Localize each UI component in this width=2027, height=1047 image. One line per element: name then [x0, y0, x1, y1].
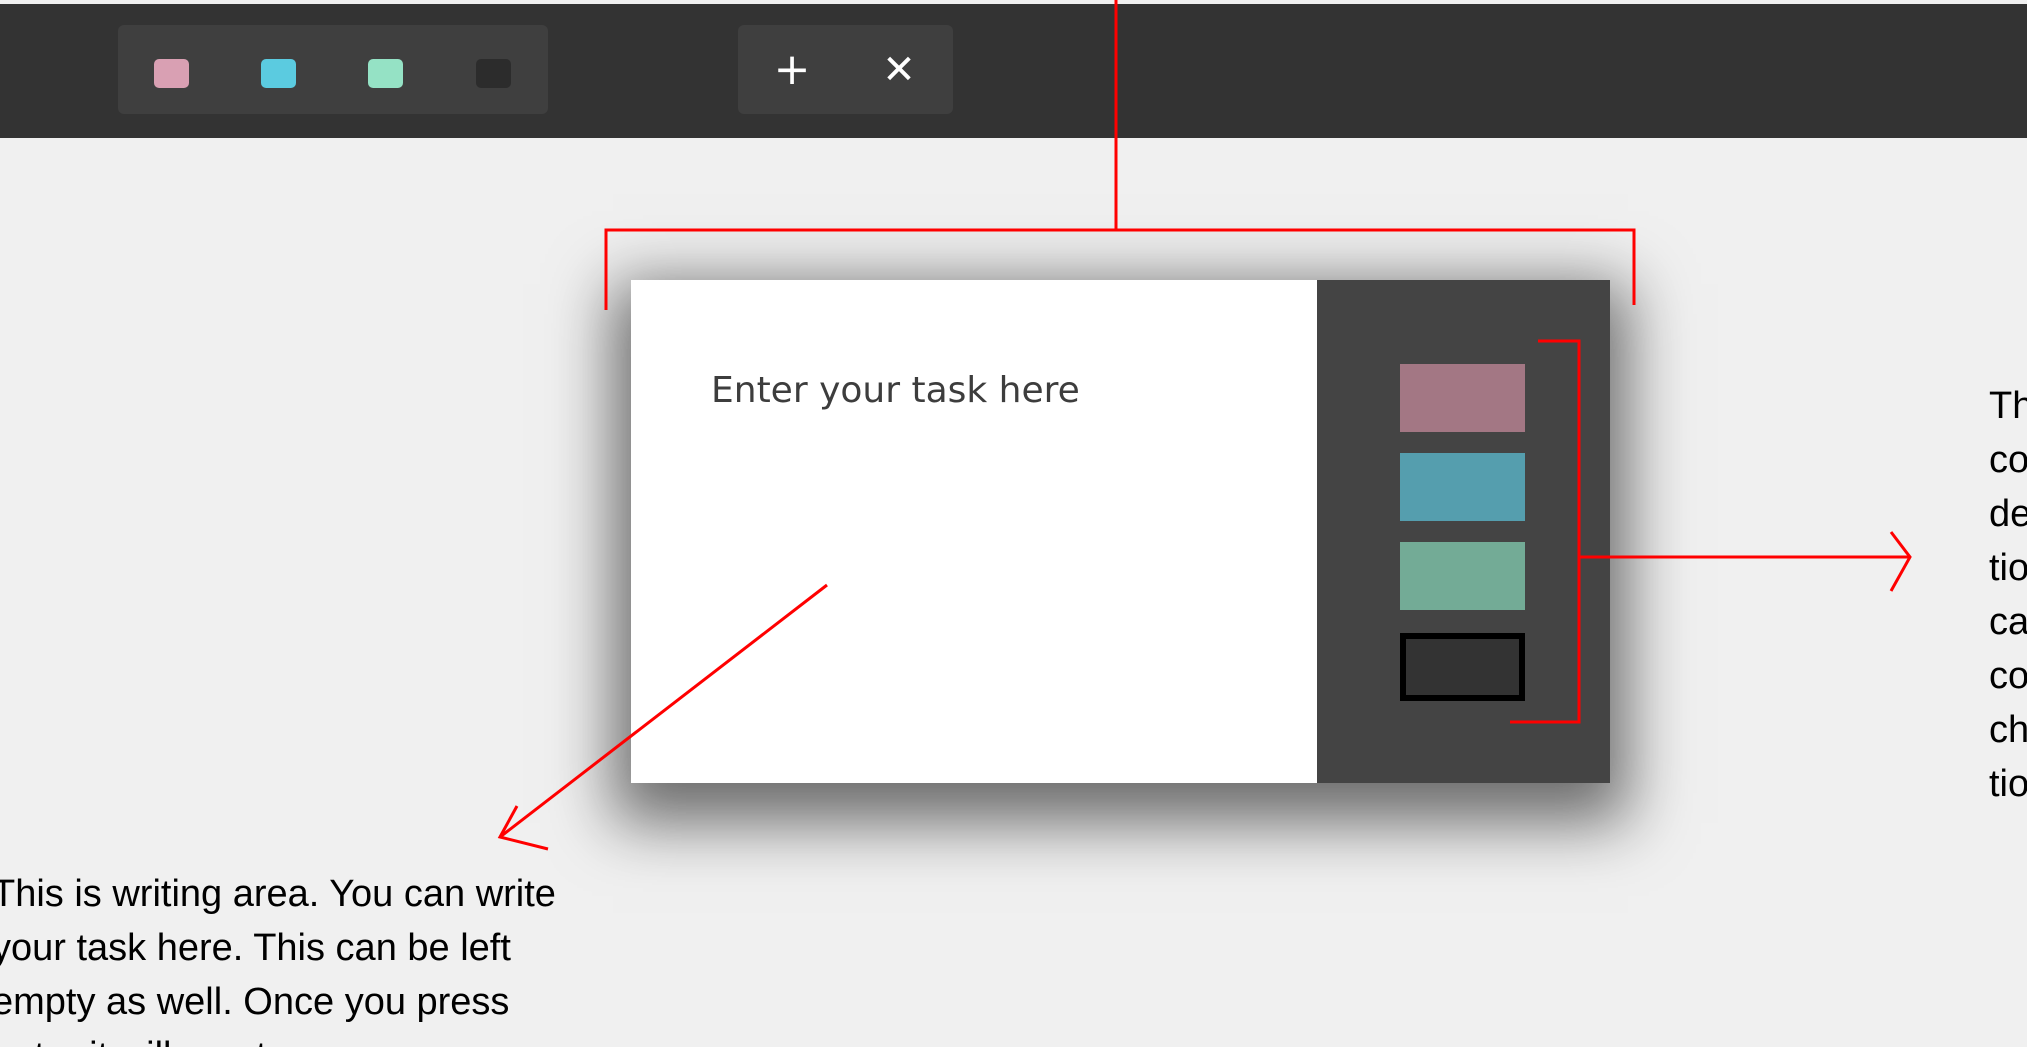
color-filter-group [118, 25, 548, 114]
close-button[interactable]: ✕ [869, 43, 929, 97]
black-color-option[interactable] [1400, 633, 1525, 701]
green-color-swatch[interactable] [368, 59, 403, 88]
black-color-swatch[interactable] [476, 59, 511, 88]
color-selection-panel [1317, 280, 1610, 783]
writing-area-arrowhead [497, 805, 549, 851]
writing-area-annotation: This is writing area. You can write your… [0, 873, 556, 1047]
top-toolbar: + ✕ [0, 4, 2027, 138]
add-task-button[interactable]: + [762, 43, 822, 97]
blue-color-swatch[interactable] [261, 59, 296, 88]
action-button-group: + ✕ [738, 25, 953, 114]
green-color-option[interactable] [1400, 542, 1525, 610]
new-task-dialog [631, 280, 1610, 783]
color-panel-annotation: Th co de tio ca co ch tio [1989, 385, 2027, 805]
right-arrowhead [1889, 531, 1912, 592]
pink-color-swatch[interactable] [154, 59, 189, 88]
writing-area [631, 280, 1317, 783]
task-input[interactable] [711, 360, 1291, 420]
pink-color-option[interactable] [1400, 364, 1525, 432]
app-screen: + ✕ This is writing area. You can write … [0, 0, 2027, 1047]
blue-color-option[interactable] [1400, 453, 1525, 521]
